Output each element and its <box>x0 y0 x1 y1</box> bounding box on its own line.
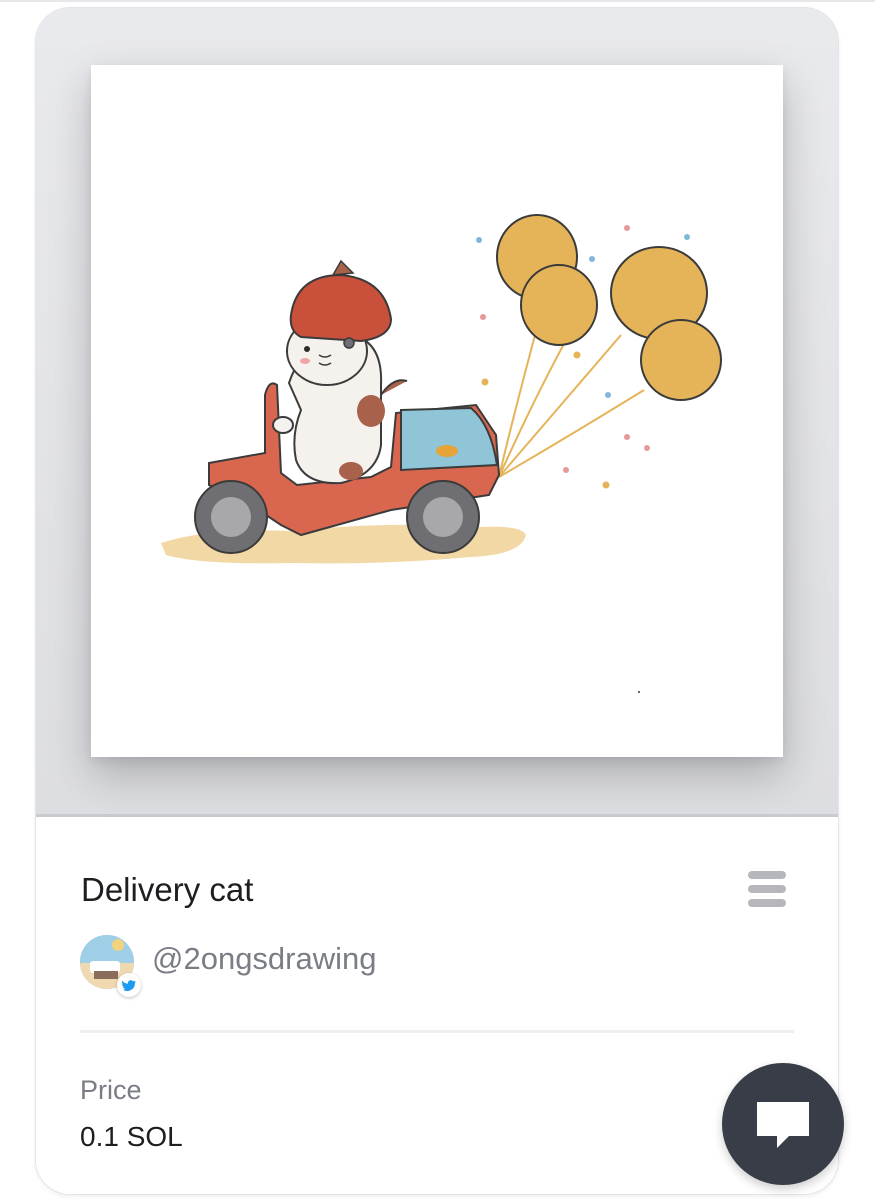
chat-button[interactable] <box>722 1063 844 1185</box>
menu-icon-bar <box>748 899 786 907</box>
media-area <box>36 8 838 817</box>
nft-card: Delivery cat @2ongsdrawing Price 0.1 SOL <box>36 8 838 1194</box>
menu-icon <box>748 871 786 879</box>
top-divider <box>0 0 875 2</box>
chat-icon <box>757 1102 809 1148</box>
menu-icon-bar <box>748 885 786 893</box>
delivery-cat-illustration <box>161 214 722 693</box>
section-divider <box>80 1030 794 1033</box>
price-label: Price <box>80 1075 142 1105</box>
menu-button[interactable] <box>740 867 794 915</box>
nft-info-panel: Delivery cat @2ongsdrawing Price 0.1 SOL <box>36 817 838 1194</box>
twitter-bird-icon <box>121 980 137 992</box>
price-value: 0.1 SOL <box>80 1121 183 1152</box>
nft-artwork[interactable] <box>91 65 783 757</box>
nft-title: Delivery cat <box>81 871 254 908</box>
creator-handle-link[interactable]: @2ongsdrawing <box>152 941 377 977</box>
twitter-icon <box>117 973 141 997</box>
